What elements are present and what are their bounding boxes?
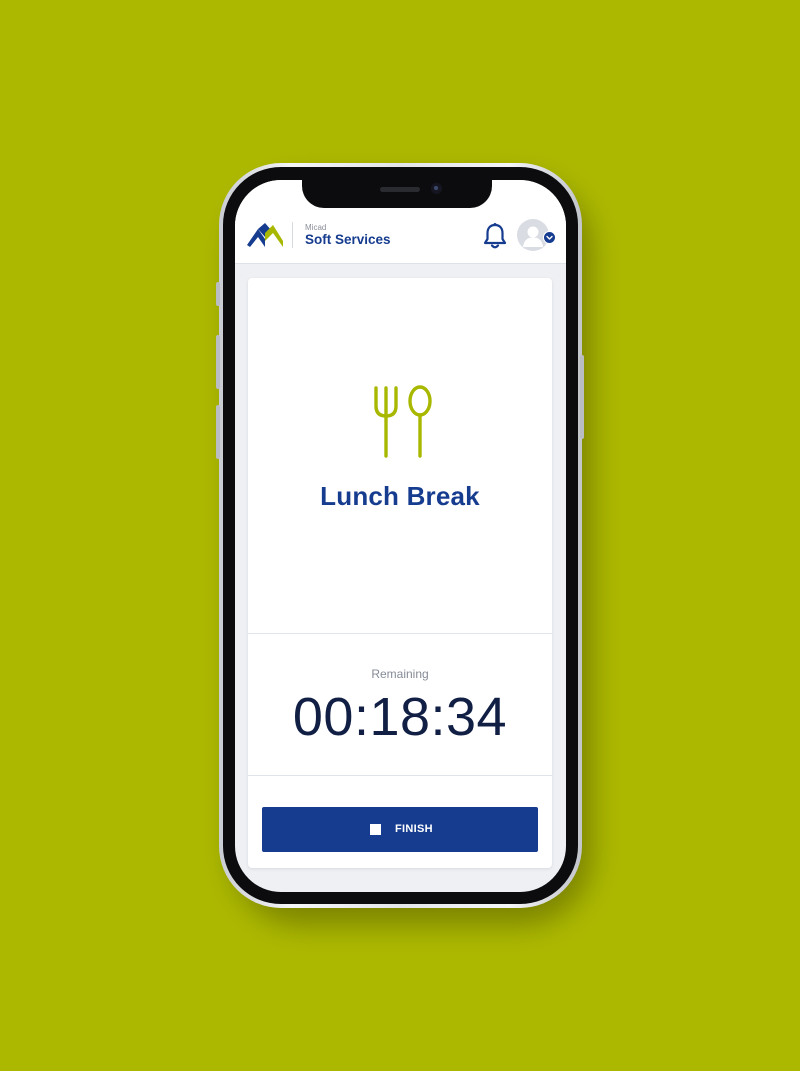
phone-speaker <box>380 187 420 192</box>
stop-icon <box>370 824 381 835</box>
finish-button[interactable]: FINISH <box>262 807 538 852</box>
fork-spoon-icon <box>374 385 432 458</box>
remaining-label: Remaining <box>371 667 429 681</box>
chevron-down-icon <box>546 235 553 240</box>
micad-logo <box>247 223 283 247</box>
phone-notch <box>302 178 492 208</box>
brand-company-name: Micad <box>305 223 327 232</box>
brand-app-title: Soft Services <box>305 232 391 247</box>
bell-icon[interactable] <box>483 222 507 250</box>
phone-power-button <box>580 355 584 439</box>
countdown-timer: 00:18:34 <box>292 687 508 747</box>
phone-screen: Micad Soft Services Lunch Break Remainin… <box>235 180 566 892</box>
avatar-dropdown-badge[interactable] <box>543 231 556 244</box>
break-title: Lunch Break <box>320 481 480 511</box>
phone-silent-switch <box>216 282 220 306</box>
phone-camera <box>431 183 442 194</box>
divider <box>248 775 552 776</box>
divider <box>248 633 552 634</box>
finish-button-label: FINISH <box>395 823 433 835</box>
brand-divider <box>292 222 293 248</box>
phone-volume-up-button <box>216 335 220 389</box>
phone-volume-down-button <box>216 405 220 459</box>
break-card: Lunch Break Remaining 00:18:34 FINISH <box>248 278 552 868</box>
